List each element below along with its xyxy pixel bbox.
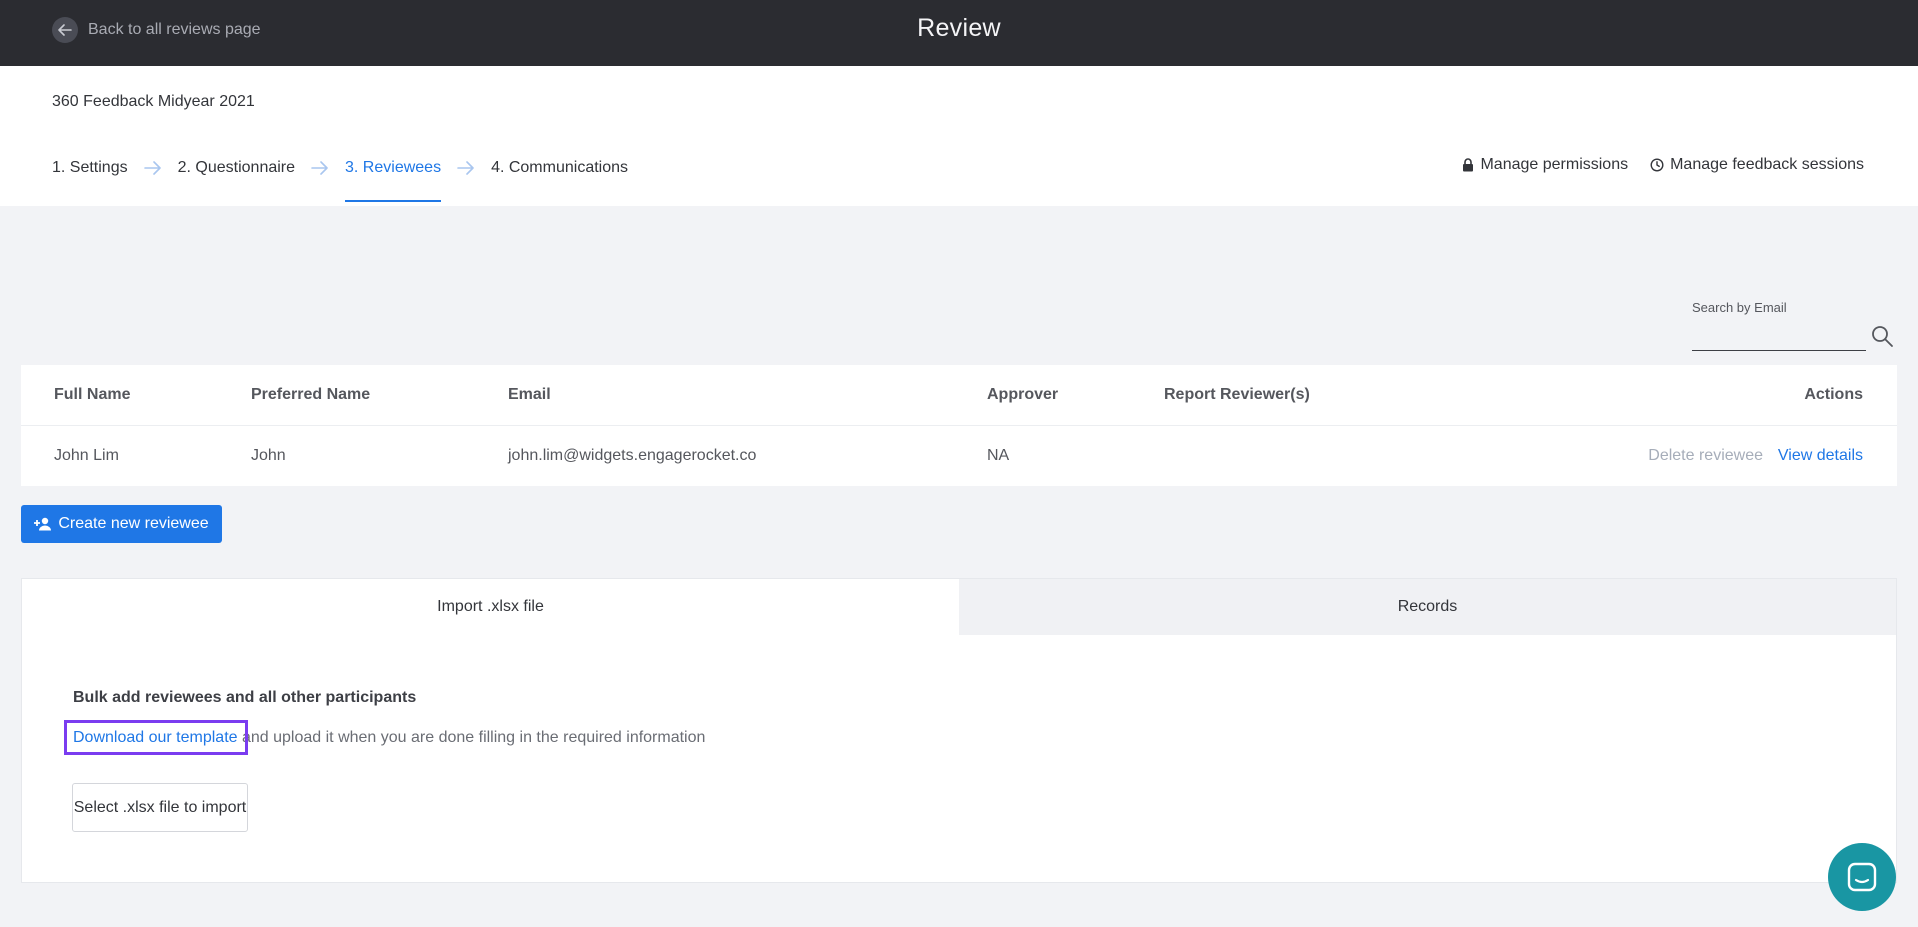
create-new-reviewee-label: Create new reviewee — [58, 515, 209, 532]
preferred-name-cell: John — [251, 447, 286, 464]
bulk-add-title: Bulk add reviewees and all other partici… — [73, 689, 417, 706]
step-questionnaire[interactable]: 2. Questionnaire — [178, 159, 295, 177]
top-bar: Back to all reviews page Review — [0, 0, 1918, 66]
column-header: Full Name — [54, 386, 131, 403]
email-cell: john.lim@widgets.engagerocket.co — [508, 447, 757, 464]
approver-cell: NA — [987, 447, 1010, 464]
review-name: 360 Feedback Midyear 2021 — [52, 93, 255, 110]
view-details-link[interactable]: View details — [1778, 447, 1863, 465]
page-title: Review — [917, 14, 1001, 42]
search-input[interactable] — [1692, 322, 1866, 351]
select-xlsx-file-button[interactable]: Select .xlsx file to import — [72, 783, 248, 832]
reviewee-table: Full Name Preferred Name Email Approver … — [21, 365, 1897, 486]
step-settings[interactable]: 1. Settings — [52, 159, 128, 177]
step-navigation: 1. Settings 2. Questionnaire 3. Reviewee… — [52, 156, 628, 202]
manage-feedback-sessions-button[interactable]: Manage feedback sessions — [1650, 156, 1864, 174]
tab-import-xlsx[interactable]: Import .xlsx file — [22, 579, 959, 635]
bulk-add-instructions: Download our template and upload it when… — [73, 729, 705, 747]
column-header: Email — [508, 386, 551, 403]
delete-reviewee-button[interactable]: Delete reviewee — [1648, 447, 1763, 465]
email-search: Search by Email — [1692, 300, 1896, 351]
column-header: Approver — [987, 386, 1059, 403]
manage-permissions-label: Manage permissions — [1480, 156, 1629, 173]
step-arrow-icon — [457, 161, 475, 175]
table-header-row: Full Name Preferred Name Email Approver … — [21, 365, 1897, 426]
step-reviewees[interactable]: 3. Reviewees — [345, 159, 442, 202]
clock-icon — [1650, 158, 1664, 172]
add-user-icon — [34, 517, 52, 531]
manage-feedback-sessions-label: Manage feedback sessions — [1670, 156, 1864, 173]
column-header: Actions — [1804, 386, 1863, 403]
chat-launcher-button[interactable] — [1828, 843, 1896, 911]
step-communications[interactable]: 4. Communications — [491, 159, 628, 177]
bulk-add-instructions-text: and upload it when you are done filling … — [237, 729, 706, 746]
download-template-link[interactable]: Download our template — [73, 729, 238, 746]
import-panel: Import .xlsx file Records Bulk add revie… — [21, 578, 1897, 883]
column-header: Report Reviewer(s) — [1164, 386, 1310, 403]
create-new-reviewee-button[interactable]: Create new reviewee — [21, 505, 222, 543]
manage-permissions-button[interactable]: Manage permissions — [1462, 156, 1628, 174]
step-arrow-icon — [311, 161, 329, 175]
tab-records[interactable]: Records — [959, 579, 1896, 635]
full-name-cell: John Lim — [54, 447, 119, 464]
header-actions: Manage permissions Manage feedback sessi… — [1440, 156, 1864, 174]
review-header: 360 Feedback Midyear 2021 1. Settings 2.… — [0, 66, 1918, 206]
search-icon[interactable] — [1870, 324, 1894, 353]
step-arrow-icon — [143, 161, 162, 175]
table-row: John Lim John john.lim@widgets.engageroc… — [21, 426, 1897, 486]
lock-icon — [1463, 158, 1474, 172]
chat-icon — [1847, 862, 1877, 892]
search-label: Search by Email — [1692, 300, 1787, 315]
column-header: Preferred Name — [251, 386, 371, 403]
